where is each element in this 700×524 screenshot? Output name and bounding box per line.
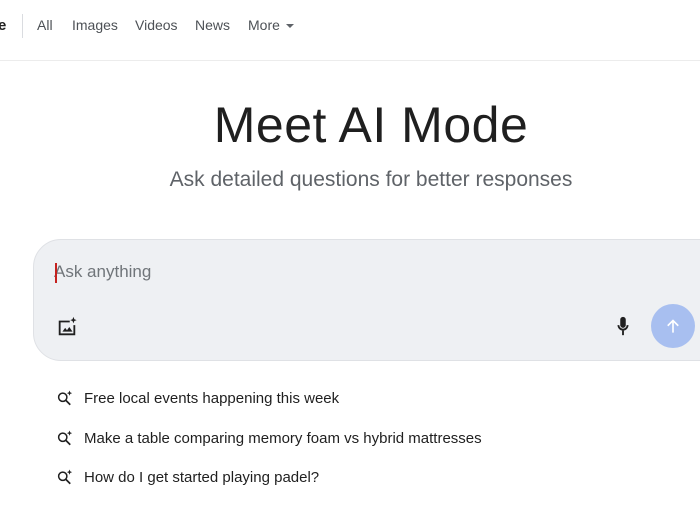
add-image-icon [58,316,77,336]
search-sparkle-icon [57,469,73,485]
suggestion-item[interactable]: How do I get started playing padel? [56,464,616,490]
search-sparkle-icon [57,390,73,406]
tab-videos[interactable]: Videos [135,17,178,33]
tab-more[interactable]: More [248,17,294,33]
top-nav-bar: e All Images Videos News More [0,0,700,61]
suggestion-text: Make a table comparing memory foam vs hy… [84,429,482,447]
caret-down-icon [285,23,294,28]
suggestion-item[interactable]: Free local events happening this week [56,385,616,411]
tab-all[interactable]: All [37,17,53,33]
tab-images[interactable]: Images [72,17,118,33]
search-input[interactable] [54,258,574,286]
tab-more-label: More [248,17,280,33]
suggestion-item[interactable]: Make a table comparing memory foam vs hy… [56,425,616,451]
add-image-button[interactable] [56,316,78,338]
text-cursor [55,263,57,283]
suggestion-text: Free local events happening this week [84,389,340,407]
mic-icon [617,316,629,336]
ai-search-box [33,239,700,361]
arrow-up-icon [667,319,679,333]
page-title: Meet AI Mode [213,97,529,153]
tab-news[interactable]: News [195,17,230,33]
submit-button[interactable] [651,304,695,348]
search-sparkle-icon [57,430,73,446]
suggestion-text: How do I get started playing padel? [84,468,320,486]
voice-search-button[interactable] [612,314,634,338]
page-subtitle: Ask detailed questions for better respon… [169,168,573,191]
nav-divider [22,14,23,38]
logo-partial[interactable]: e [0,17,6,34]
